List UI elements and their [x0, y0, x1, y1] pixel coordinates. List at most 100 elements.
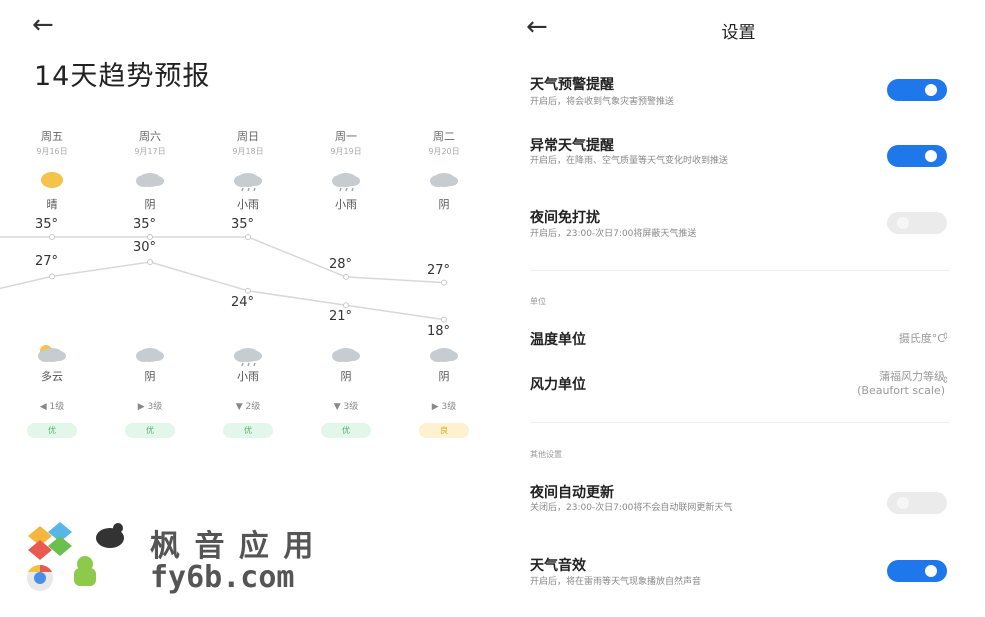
warning-toggle[interactable]: [887, 79, 947, 101]
back-arrow-icon[interactable]: ←: [32, 12, 54, 38]
cloud-icon: [132, 343, 168, 371]
day-weather-text: 小雨: [237, 198, 259, 211]
toggle-knob: [897, 217, 909, 229]
temperature-point: [343, 302, 349, 309]
wind-level: ▶ 3级: [137, 402, 163, 412]
temperature-point: [49, 234, 55, 240]
temperature-point: [49, 273, 55, 280]
aqi-badge: 优: [223, 423, 273, 438]
watermark-text-cn: 枫 音 应 用: [150, 529, 316, 564]
wind-unit-value: 蒲福风力等级 (Beaufort scale): [857, 370, 945, 398]
forecast-day-header: 周五 9月16日: [12, 128, 92, 157]
day-name: 周一: [335, 130, 357, 143]
abnormal-weather-toggle[interactable]: [887, 145, 947, 167]
section-other: 其他设置: [530, 450, 562, 459]
setting-title: 天气音效: [530, 558, 586, 574]
high-temp: 35°: [231, 217, 255, 232]
rain-icon: [328, 168, 364, 196]
watermark-logo-icon: [27, 522, 124, 591]
day-date: 9月18日: [232, 147, 264, 156]
divider: [530, 422, 950, 423]
high-temp: 27°: [427, 262, 451, 278]
forecast-day-header: 周日 9月18日: [208, 128, 288, 157]
cloud-icon: [426, 343, 462, 371]
day-name: 周日: [237, 130, 259, 143]
cloud-icon: [426, 168, 462, 196]
divider: [530, 270, 950, 271]
setting-subtitle: 关闭后，23:00-次日7:00将不会自动联网更新天气: [530, 503, 733, 513]
rain-icon: [230, 343, 266, 371]
setting-title: 夜间免打扰: [530, 210, 600, 226]
day-name: 周二: [433, 130, 455, 143]
toggle-knob: [925, 150, 937, 162]
toggle-knob: [925, 565, 937, 577]
high-temp: 35°: [133, 217, 157, 232]
wind-level: ▶ 3级: [431, 402, 457, 412]
watermark-text-url: fy6b.com: [150, 560, 295, 595]
rain-icon: [230, 168, 266, 196]
temperature-point: [147, 259, 153, 265]
temperature-point: [441, 316, 447, 323]
high-temp: 35°: [35, 217, 59, 232]
updown-arrow-icon: ⇕: [941, 332, 949, 342]
cloud-icon: [132, 168, 168, 196]
night-dnd-toggle[interactable]: [887, 212, 947, 234]
day-weather-text: 阴: [438, 198, 450, 211]
settings-title: 设置: [721, 23, 756, 43]
day-name: 周五: [41, 130, 63, 143]
partly-cloudy-icon: [34, 343, 70, 371]
forecast-day-header: 周一 9月19日: [306, 128, 386, 157]
wind-level: ▼ 2级: [235, 402, 261, 412]
low-temp: 30°: [133, 240, 157, 255]
temp-unit-value: 摄氏度°C: [898, 332, 945, 345]
night-weather-text: 阴: [438, 370, 450, 383]
forecast-panel: ← 14天趋势预报 周五 9月16日晴多云 ◀ 1级优周六 9月17日阴阴 ▶ 3级优周…: [0, 0, 490, 617]
setting-title: 风力单位: [530, 377, 586, 393]
section-units: 单位: [530, 297, 546, 306]
toggle-knob: [897, 497, 909, 509]
day-weather-text: 阴: [144, 198, 156, 211]
forecast-day-header: 周二 9月20日: [404, 128, 484, 157]
day-name: 周六: [139, 130, 161, 143]
low-temp: 27°: [35, 254, 59, 270]
night-weather-text: 阴: [144, 370, 156, 383]
aqi-badge: 优: [125, 423, 175, 438]
setting-subtitle: 开启后，23:00-次日7:00将屏蔽天气推送: [530, 229, 697, 239]
setting-subtitle: 开启后，在降雨、空气质量等天气变化时收到推送: [530, 156, 729, 166]
day-weather-text: 晴: [46, 198, 58, 211]
wind-unit-value-line2: (Beaufort scale): [857, 384, 945, 397]
temperature-point: [441, 279, 447, 286]
high-temp: 28°: [329, 256, 353, 272]
updown-arrow-icon: ⇕: [941, 376, 949, 386]
toggle-knob: [925, 84, 937, 96]
temperature-line: [0, 261, 445, 321]
watermark: [18, 516, 128, 600]
weather-sound-toggle[interactable]: [887, 560, 947, 582]
setting-subtitle: 开启后，将会收到气象灾害预警推送: [530, 97, 675, 107]
aqi-badge: 优: [321, 423, 371, 438]
low-temp: 18°: [427, 323, 451, 339]
settings-panel: ← 设置 天气预警提醒 开启后，将会收到气象灾害预警推送 异常天气提醒 开启后，…: [492, 0, 985, 617]
temperature-point: [147, 234, 153, 240]
wind-level: ▼ 3级: [333, 402, 359, 412]
night-update-toggle[interactable]: [887, 492, 947, 514]
night-weather-text: 阴: [340, 370, 352, 383]
setting-title: 温度单位: [530, 332, 586, 348]
wind-level: ◀ 1级: [39, 402, 65, 412]
day-date: 9月16日: [36, 147, 68, 156]
temperature-point: [245, 234, 251, 240]
day-weather-text: 小雨: [335, 198, 357, 211]
sun-icon: [34, 168, 70, 196]
setting-title: 天气预警提醒: [530, 77, 614, 93]
night-weather-text: 小雨: [237, 370, 259, 383]
temperature-point: [245, 287, 251, 294]
forecast-day-header: 周六 9月17日: [110, 128, 190, 157]
day-date: 9月19日: [330, 147, 362, 156]
low-temp: 24°: [231, 294, 255, 310]
day-date: 9月17日: [134, 147, 166, 156]
setting-subtitle: 开启后，将在雷雨等天气现象播放自然声音: [530, 577, 702, 587]
wind-unit-value-line1: 蒲福风力等级: [879, 370, 945, 383]
day-date: 9月20日: [428, 147, 460, 156]
setting-title: 异常天气提醒: [530, 138, 614, 154]
page-title: 14天趋势预报: [34, 61, 211, 92]
